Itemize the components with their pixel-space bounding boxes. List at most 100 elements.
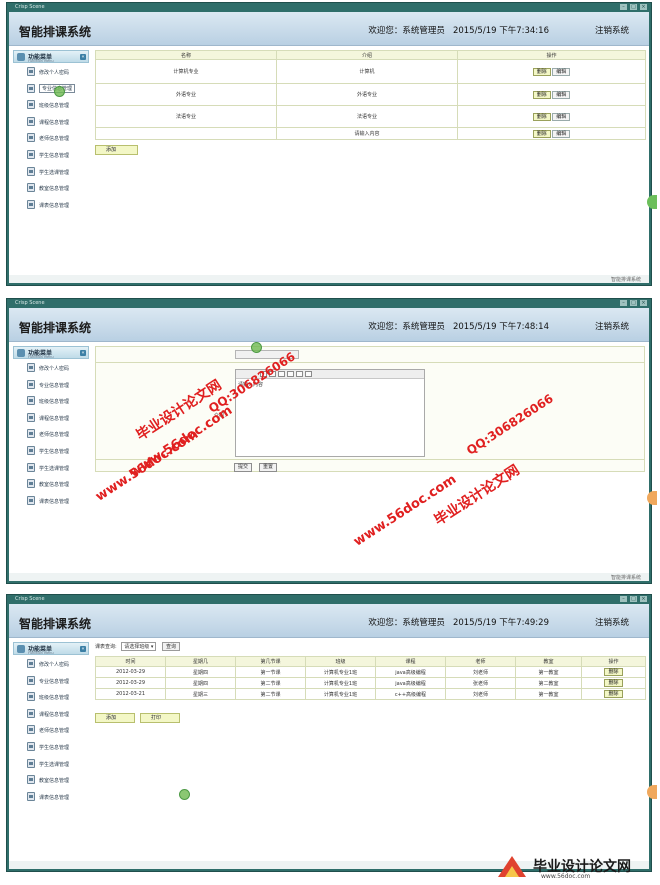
sidebar-item-classes[interactable]: 班级信息管理: [13, 96, 89, 113]
query-button[interactable]: 查询: [162, 642, 181, 651]
sidebar-item-students[interactable]: 学生信息管理: [13, 442, 89, 459]
menu-icon: [17, 53, 25, 61]
delete-button[interactable]: 删除: [532, 112, 551, 121]
sidebar-item-courses[interactable]: 课程信息管理: [13, 705, 89, 722]
cell-room: 第一教室: [515, 688, 582, 700]
cell-room: 第一教室: [515, 666, 582, 678]
cell-intro: 计算机: [276, 59, 458, 84]
delete-button[interactable]: 删除: [532, 67, 551, 76]
table-row: 2012-03-29 星期四 第二节课 计算机专业1班 java高级编程 张老师…: [95, 677, 646, 689]
sidebar-item-label: 班级信息管理: [39, 399, 70, 406]
delete-button[interactable]: 删除: [604, 679, 623, 687]
close-icon[interactable]: ×: [640, 300, 647, 306]
table-row: 法语专业 法语专业 删除 编辑: [95, 105, 646, 128]
logout-link[interactable]: 注销系统: [595, 320, 629, 332]
window-controls: – □ ×: [620, 300, 647, 306]
table-row: 外语专业 外语专业 删除 编辑: [95, 83, 646, 106]
cell-actions: 删除 编辑: [457, 105, 646, 128]
sidebar-item-majors[interactable]: 专业信息管理: [13, 376, 89, 393]
close-icon[interactable]: ×: [640, 596, 647, 602]
maximize-icon[interactable]: □: [630, 596, 637, 602]
edit-button[interactable]: 编辑: [552, 129, 571, 138]
print-button[interactable]: 打印: [140, 713, 180, 723]
close-icon[interactable]: ×: [640, 4, 647, 10]
sidebar-item-label: 专业信息管理: [39, 382, 70, 389]
delete-button[interactable]: 删除: [532, 90, 551, 99]
collapse-icon[interactable]: «: [80, 350, 86, 356]
sidebar-item-teachers[interactable]: 老师信息管理: [13, 129, 89, 146]
sidebar-item-timetable[interactable]: 课表信息管理: [13, 788, 89, 805]
minimize-icon[interactable]: –: [620, 596, 627, 602]
sidebar-item-majors[interactable]: 专业信息管理: [13, 80, 89, 97]
sidebar-item-classes[interactable]: 班级信息管理: [13, 392, 89, 409]
cell-weekday: 星期四: [165, 677, 236, 689]
logout-link[interactable]: 注销系统: [595, 24, 629, 36]
sidebar-item-courses[interactable]: 课程信息管理: [13, 409, 89, 426]
sidebar-item-course-selection[interactable]: 学生选课管理: [13, 163, 89, 180]
menu-icon: [17, 349, 25, 357]
submit-button[interactable]: 提交: [234, 463, 253, 472]
column-header: 第几节课: [235, 656, 306, 667]
page-icon: [27, 445, 35, 455]
add-button[interactable]: 添加: [95, 713, 135, 723]
user-label: 欢迎您：系统管理员: [368, 322, 445, 332]
delete-button[interactable]: 删除: [604, 668, 623, 676]
sidebar-item-majors[interactable]: 专业信息管理: [13, 672, 89, 689]
sidebar-item-teachers[interactable]: 老师信息管理: [13, 721, 89, 738]
edit-button[interactable]: 编辑: [552, 67, 571, 76]
logout-link[interactable]: 注销系统: [595, 616, 629, 628]
sidebar-item-courses[interactable]: 课程信息管理: [13, 113, 89, 130]
cell-class: 计算机专业1班: [305, 688, 376, 700]
sidebar-item-timetable[interactable]: 课表信息管理: [13, 492, 89, 509]
window-title: Crisp Scene: [15, 300, 45, 306]
delete-button[interactable]: 删除: [532, 129, 551, 138]
minimize-icon[interactable]: –: [620, 4, 627, 10]
class-select-value: 请选择班级: [124, 644, 150, 650]
sidebar-item-students[interactable]: 学生信息管理: [13, 738, 89, 755]
majors-table: 名称 介绍 操作 计算机专业 计算机 删除 编辑 外语专业 外语专业 删除 编辑…: [95, 50, 646, 140]
delete-button[interactable]: 删除: [604, 690, 623, 698]
sidebar-item-timetable[interactable]: 课表信息管理: [13, 196, 89, 213]
sidebar-item-change-password[interactable]: 修改个人密码: [13, 63, 89, 80]
sidebar-item-change-password[interactable]: 修改个人密码: [13, 359, 89, 376]
collapse-icon[interactable]: «: [80, 646, 86, 652]
maximize-icon[interactable]: □: [630, 4, 637, 10]
sidebar-item-teachers[interactable]: 老师信息管理: [13, 425, 89, 442]
sidebar-item-course-selection[interactable]: 学生选课管理: [13, 755, 89, 772]
class-select[interactable]: 请选择班级 ▾: [121, 642, 157, 651]
page-icon: [27, 462, 35, 472]
maximize-icon[interactable]: □: [630, 300, 637, 306]
page-icon: [27, 429, 35, 439]
edit-button[interactable]: 编辑: [552, 90, 571, 99]
cursor-highlight-icon: [251, 342, 262, 353]
column-header: 教室: [515, 656, 582, 667]
form-buttons: 提交 重置: [96, 459, 644, 472]
image-icon[interactable]: [287, 371, 294, 377]
site-logo: 毕业设计论文网 www.56doc.com: [495, 853, 655, 883]
cursor-highlight-icon: [179, 789, 190, 800]
source-icon[interactable]: [305, 371, 312, 377]
side-tab-icon: [647, 785, 657, 799]
sidebar-item-students[interactable]: 学生信息管理: [13, 146, 89, 163]
user-label: 欢迎您：系统管理员: [368, 618, 445, 628]
sidebar-item-classes[interactable]: 班级信息管理: [13, 688, 89, 705]
link-icon[interactable]: [296, 371, 303, 377]
collapse-icon[interactable]: «: [80, 54, 86, 60]
cell-weekday: 星期三: [165, 688, 236, 700]
sidebar-item-classrooms[interactable]: 教室信息管理: [13, 475, 89, 492]
sidebar-item-classrooms[interactable]: 教室信息管理: [13, 179, 89, 196]
edit-button[interactable]: 编辑: [552, 112, 571, 121]
query-bar: 课表查询: 请选择班级 ▾ 查询: [95, 642, 181, 654]
timestamp: 2015/5/19 下午7:48:14: [452, 322, 549, 332]
sidebar-item-classrooms[interactable]: 教室信息管理: [13, 771, 89, 788]
sidebar-item-label: 课表信息管理: [39, 498, 70, 505]
reset-button[interactable]: 重置: [259, 463, 278, 472]
page-icon: [27, 741, 35, 751]
page-icon: [27, 791, 35, 801]
menu-icon: [17, 645, 25, 653]
add-button[interactable]: 添加: [95, 145, 138, 155]
sidebar-item-change-password[interactable]: 修改个人密码: [13, 655, 89, 672]
sidebar-menu: 功能菜单 Function Menu « 修改个人密码 专业信息管理 班级信息管…: [13, 642, 89, 804]
sidebar-item-course-selection[interactable]: 学生选课管理: [13, 459, 89, 476]
minimize-icon[interactable]: –: [620, 300, 627, 306]
